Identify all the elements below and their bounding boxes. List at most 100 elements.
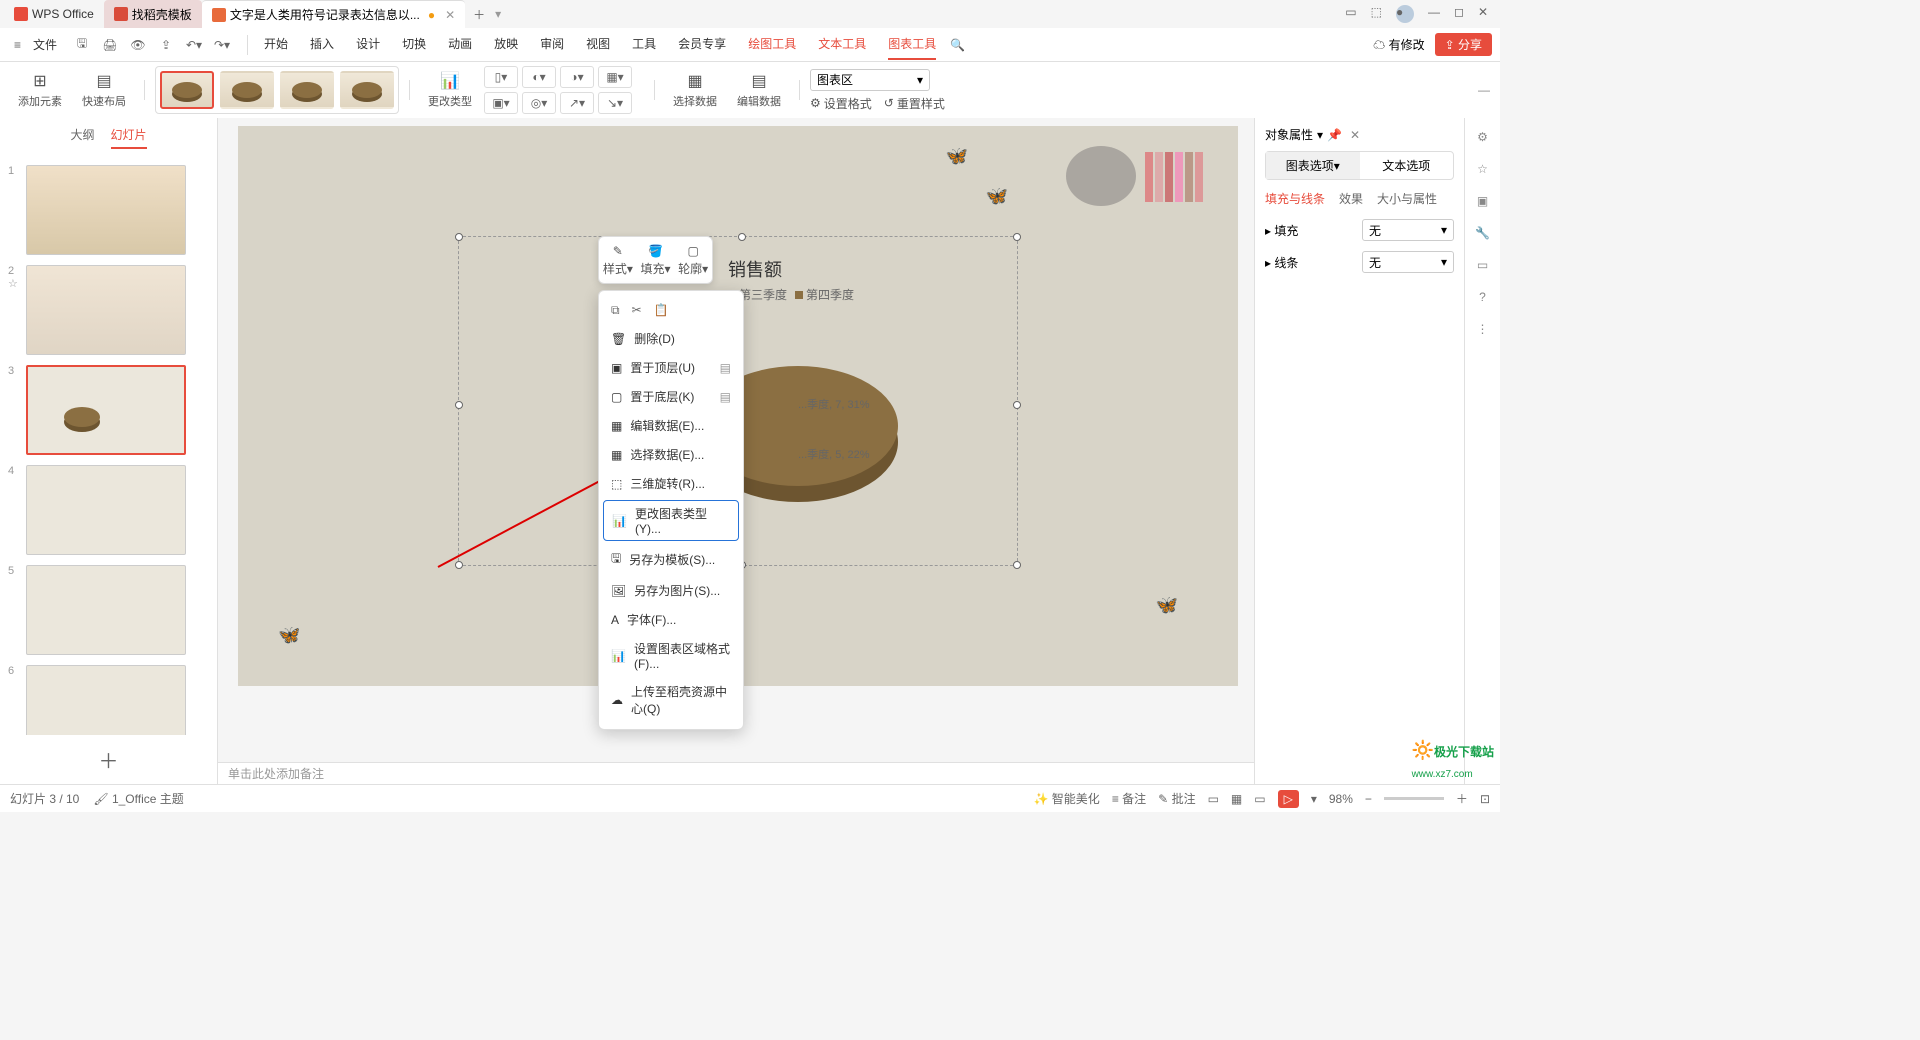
- panel-icon[interactable]: ▭: [1345, 5, 1356, 23]
- slide-thumb-6[interactable]: [26, 665, 186, 735]
- export-icon[interactable]: ⇪: [157, 36, 175, 54]
- chart-element-selector[interactable]: 图表区▾: [810, 69, 930, 91]
- menu-drawtools[interactable]: 绘图工具: [748, 29, 796, 60]
- cm-save-template[interactable]: 🖫另存为模板(S)...: [599, 543, 743, 576]
- menu-start[interactable]: 开始: [264, 29, 288, 60]
- media-icon[interactable]: ▭: [1477, 258, 1488, 272]
- view-normal-icon[interactable]: ▭: [1208, 792, 1219, 806]
- cm-bring-front[interactable]: ▣置于顶层(U)▤: [599, 353, 743, 382]
- tool-icon[interactable]: 🔧: [1475, 226, 1490, 240]
- undo-icon[interactable]: ↶▾: [185, 36, 203, 54]
- close-window-icon[interactable]: ✕: [1478, 5, 1488, 23]
- menu-animation[interactable]: 动画: [448, 29, 472, 60]
- maximize-icon[interactable]: ◻: [1454, 5, 1464, 23]
- chart-opt-icon[interactable]: ▦▾: [598, 66, 632, 88]
- slide-thumb-3[interactable]: [26, 365, 186, 455]
- layers-icon[interactable]: ▣: [1477, 194, 1488, 208]
- edit-data-button[interactable]: ▤编辑数据: [729, 66, 789, 114]
- cm-send-back[interactable]: ▢置于底层(K)▤: [599, 382, 743, 411]
- line-select[interactable]: 无▾: [1362, 251, 1454, 273]
- zoom-out-icon[interactable]: −: [1365, 792, 1372, 806]
- cm-upload[interactable]: ☁上传至稻壳资源中心(Q): [599, 677, 743, 723]
- adjust-icon[interactable]: ⚙: [1477, 130, 1488, 144]
- star-icon[interactable]: ☆: [1477, 162, 1488, 176]
- print-preview-icon[interactable]: 👁: [129, 36, 147, 54]
- outline-tab[interactable]: 大纲: [70, 126, 94, 149]
- copy-icon[interactable]: ⧉: [611, 303, 620, 318]
- new-tab-button[interactable]: ＋: [465, 6, 493, 23]
- cm-save-image[interactable]: 🖼另存为图片(S)...: [599, 576, 743, 605]
- chart-opt-icon[interactable]: ↘▾: [598, 92, 632, 114]
- style-thumb[interactable]: [280, 71, 334, 109]
- cm-format-area[interactable]: 📊设置图表区域格式(F)...: [599, 634, 743, 677]
- comments-button[interactable]: ✎ 批注: [1158, 790, 1195, 807]
- chart-opt-icon[interactable]: ◑▾: [560, 66, 594, 88]
- hamburger-icon[interactable]: ≡: [8, 38, 27, 52]
- style-thumb[interactable]: [340, 71, 394, 109]
- view-sorter-icon[interactable]: ▦: [1231, 792, 1242, 806]
- avatar-icon[interactable]: ●: [1396, 5, 1414, 23]
- slide-canvas-area[interactable]: 🦋 🦋 🦋 🦋 销售额 第三季度第四季度: [218, 118, 1254, 784]
- chart-options-tab[interactable]: 图表选项▾: [1266, 152, 1360, 179]
- menu-design[interactable]: 设计: [356, 29, 380, 60]
- zoom-slider[interactable]: [1384, 797, 1444, 800]
- menu-slideshow[interactable]: 放映: [494, 29, 518, 60]
- effect-subtab[interactable]: 效果: [1339, 190, 1363, 207]
- close-tab-icon[interactable]: ✕: [445, 8, 455, 22]
- cloud-modified[interactable]: ☁ 有修改: [1373, 36, 1424, 53]
- fill-select[interactable]: 无▾: [1362, 219, 1454, 241]
- theme-button[interactable]: 🖌 1_Office 主题: [93, 790, 183, 807]
- notes-button[interactable]: ≡ 备注: [1112, 790, 1146, 807]
- select-data-button[interactable]: ▦选择数据: [665, 66, 725, 114]
- mini-fill-button[interactable]: 🪣填充▾: [637, 237, 675, 283]
- zoom-in-icon[interactable]: ＋: [1456, 790, 1468, 807]
- notes-placeholder[interactable]: 单击此处添加备注: [218, 762, 1254, 784]
- style-thumb[interactable]: [160, 71, 214, 109]
- cm-select-data[interactable]: ▦选择数据(E)...: [599, 440, 743, 469]
- set-format-button[interactable]: ⚙ 设置格式: [810, 95, 872, 112]
- view-slideshow-icon[interactable]: ▷: [1278, 790, 1299, 808]
- cm-rotate-3d[interactable]: ⬚三维旋转(R)...: [599, 469, 743, 498]
- collapse-ribbon-icon[interactable]: —: [1478, 83, 1490, 97]
- cm-font[interactable]: A字体(F)...: [599, 605, 743, 634]
- chart-opt-icon[interactable]: ◎▾: [522, 92, 556, 114]
- cm-change-chart-type[interactable]: 📊更改图表类型(Y)...: [603, 500, 739, 541]
- cut-icon[interactable]: ✂: [632, 303, 642, 318]
- menu-view[interactable]: 视图: [586, 29, 610, 60]
- close-panel-icon[interactable]: ✕: [1350, 128, 1360, 142]
- paste-icon[interactable]: 📋: [654, 303, 669, 318]
- help-icon[interactable]: ?: [1479, 290, 1486, 304]
- style-thumb[interactable]: [220, 71, 274, 109]
- text-options-tab[interactable]: 文本选项: [1360, 152, 1454, 179]
- change-type-button[interactable]: 📊更改类型: [420, 66, 480, 114]
- reset-style-button[interactable]: ↺ 重置样式: [884, 95, 945, 112]
- slide-thumb-2[interactable]: [26, 265, 186, 355]
- document-tab[interactable]: 文字是人类用符号记录表达信息以...●✕: [202, 0, 465, 28]
- more-icon[interactable]: ⋮: [1477, 322, 1489, 336]
- tab-dropdown-icon[interactable]: ▾: [495, 7, 501, 21]
- share-button[interactable]: ⇪ 分享: [1435, 33, 1492, 56]
- chart-style-gallery[interactable]: [155, 66, 399, 114]
- menu-tools[interactable]: 工具: [632, 29, 656, 60]
- size-subtab[interactable]: 大小与属性: [1377, 190, 1437, 207]
- menu-insert[interactable]: 插入: [310, 29, 334, 60]
- add-slide-button[interactable]: ＋: [0, 735, 217, 784]
- chart-opt-icon[interactable]: ◐▾: [522, 66, 556, 88]
- chart-opt-icon[interactable]: ▯▾: [484, 66, 518, 88]
- fit-icon[interactable]: ⊡: [1480, 792, 1490, 806]
- chart-opt-icon[interactable]: ↗▾: [560, 92, 594, 114]
- quick-layout-button[interactable]: ▤快速布局: [74, 66, 134, 114]
- search-icon[interactable]: 🔍: [950, 38, 965, 52]
- slide-thumb-1[interactable]: [26, 165, 186, 255]
- app-tab[interactable]: WPS Office: [4, 0, 104, 28]
- template-tab[interactable]: 找稻壳模板: [104, 0, 202, 28]
- file-menu[interactable]: 文件: [27, 36, 63, 53]
- save-icon[interactable]: 🖫: [73, 36, 91, 54]
- smart-beauty-button[interactable]: ✨ 智能美化: [1034, 790, 1100, 807]
- menu-review[interactable]: 审阅: [540, 29, 564, 60]
- cube-icon[interactable]: ⬚: [1371, 5, 1382, 23]
- pin-icon[interactable]: 📌: [1327, 128, 1342, 142]
- menu-charttools[interactable]: 图表工具: [888, 29, 936, 60]
- print-icon[interactable]: 🖨: [101, 36, 119, 54]
- slide-thumb-4[interactable]: [26, 465, 186, 555]
